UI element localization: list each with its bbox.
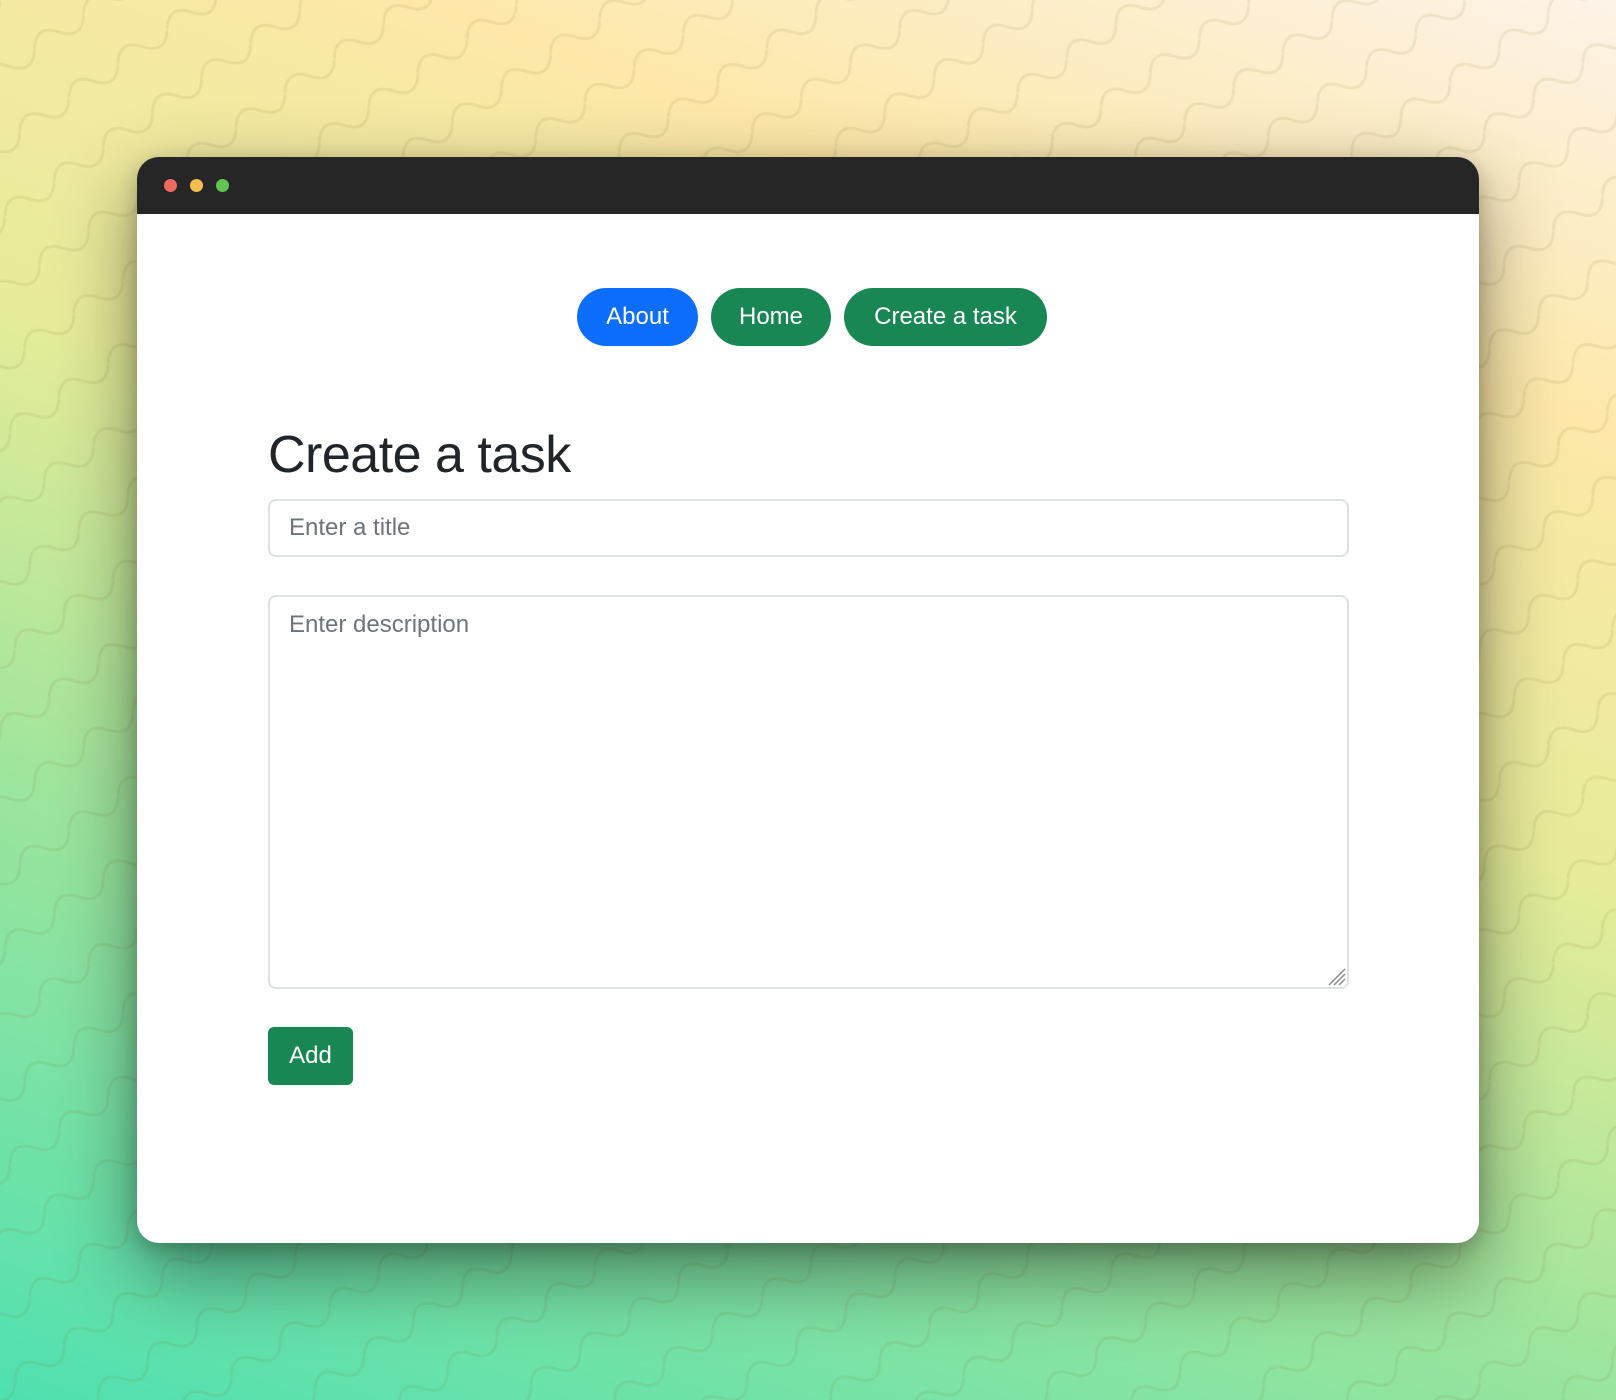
nav-create-task-button[interactable]: Create a task	[844, 288, 1047, 346]
task-description-textarea[interactable]	[268, 595, 1349, 989]
nav-home-button[interactable]: Home	[711, 288, 831, 346]
browser-window: About Home Create a task Create a task A…	[137, 157, 1479, 1243]
nav-about-button[interactable]: About	[577, 288, 698, 346]
add-button[interactable]: Add	[268, 1027, 353, 1085]
page-title: Create a task	[268, 426, 571, 484]
zoom-window-icon[interactable]	[216, 179, 229, 192]
minimize-window-icon[interactable]	[190, 179, 203, 192]
task-title-input[interactable]	[268, 499, 1349, 557]
resize-grip-icon[interactable]	[1326, 966, 1346, 986]
window-titlebar	[137, 157, 1479, 214]
top-nav: About Home Create a task	[137, 288, 1479, 346]
close-window-icon[interactable]	[164, 179, 177, 192]
